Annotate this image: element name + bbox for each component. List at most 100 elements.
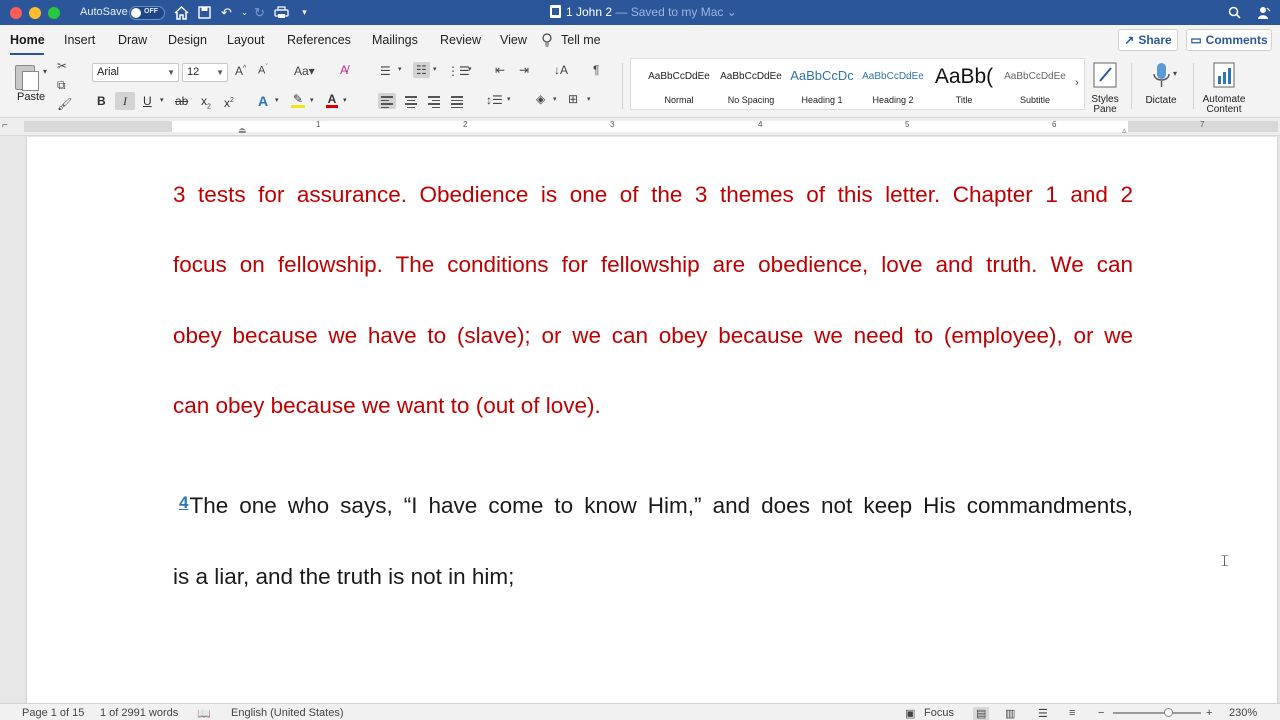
- verse-number-link[interactable]: 4: [179, 493, 188, 519]
- style-normal[interactable]: AaBbCcDdEe Normal: [646, 63, 712, 107]
- copy-icon[interactable]: ⧉: [57, 78, 66, 93]
- tab-review[interactable]: Review: [440, 33, 481, 47]
- increase-font-size-icon[interactable]: A^: [235, 64, 246, 78]
- page-count[interactable]: Page 1 of 15: [22, 707, 84, 719]
- print-icon[interactable]: [273, 4, 290, 21]
- print-layout-icon[interactable]: ▤: [973, 707, 990, 720]
- clear-formatting-icon[interactable]: A̸: [340, 63, 348, 77]
- chevron-right-icon[interactable]: ›: [1075, 77, 1079, 89]
- home-icon[interactable]: [173, 4, 190, 21]
- shading-dropdown-icon[interactable]: ▾: [553, 95, 557, 103]
- multilevel-list-icon[interactable]: ⋮☰: [447, 64, 470, 78]
- tab-stop-selector-icon[interactable]: ⌐: [2, 120, 8, 131]
- draft-view-icon[interactable]: ≡: [1069, 707, 1075, 719]
- save-icon[interactable]: [196, 4, 213, 21]
- strikethrough-button[interactable]: ab: [175, 92, 188, 110]
- focus-icon[interactable]: ▣: [905, 707, 915, 720]
- tab-draw[interactable]: Draw: [118, 33, 147, 47]
- font-name-dropdown[interactable]: Arial ▼: [92, 63, 179, 82]
- text-effects-icon[interactable]: A: [258, 92, 268, 110]
- zoom-level[interactable]: 230%: [1229, 707, 1257, 719]
- close-window-button[interactable]: [10, 7, 22, 19]
- indent-marker-icon[interactable]: ⏏: [238, 125, 247, 136]
- font-size-dropdown[interactable]: 12 ▼: [182, 63, 228, 82]
- word-count[interactable]: 1 of 2991 words: [100, 707, 178, 719]
- tab-design[interactable]: Design: [168, 33, 207, 47]
- font-color-dropdown-icon[interactable]: ▾: [343, 92, 347, 110]
- zoom-slider-thumb[interactable]: [1164, 708, 1173, 717]
- borders-icon[interactable]: ⊞: [568, 92, 578, 106]
- dictate-button[interactable]: Dictate: [1140, 61, 1182, 106]
- web-layout-icon[interactable]: ▥: [1005, 707, 1015, 720]
- zoom-out-icon[interactable]: −: [1098, 707, 1104, 719]
- align-center-button[interactable]: [402, 93, 420, 109]
- superscript-button[interactable]: x2: [224, 92, 234, 110]
- styles-pane-button[interactable]: Styles Pane: [1088, 61, 1122, 115]
- underline-button[interactable]: U: [143, 92, 152, 110]
- style-no-spacing[interactable]: AaBbCcDdEe No Spacing: [718, 63, 784, 107]
- italic-button[interactable]: I: [115, 92, 135, 110]
- numbering-icon[interactable]: ☷: [413, 62, 430, 78]
- maximize-window-button[interactable]: [48, 7, 60, 19]
- style-heading-1[interactable]: AaBbCcDc Heading 1: [789, 63, 855, 107]
- automate-content-button[interactable]: Automate Content: [1200, 61, 1248, 115]
- autosave-toggle[interactable]: OFF: [129, 6, 165, 20]
- bold-button[interactable]: B: [97, 92, 106, 110]
- highlight-icon[interactable]: ✎: [291, 92, 305, 108]
- underline-dropdown-icon[interactable]: ▾: [160, 92, 164, 110]
- tab-view[interactable]: View: [500, 33, 527, 47]
- justify-button[interactable]: [448, 93, 466, 109]
- numbering-dropdown-icon[interactable]: ▾: [433, 65, 437, 73]
- language-indicator[interactable]: English (United States): [231, 707, 344, 719]
- minimize-window-button[interactable]: [29, 7, 41, 19]
- text-effects-dropdown-icon[interactable]: ▾: [275, 92, 279, 110]
- comments-button[interactable]: ▭ Comments: [1186, 29, 1272, 51]
- document-page[interactable]: 3 tests for assurance. Obedience is one …: [26, 137, 1278, 703]
- share-button[interactable]: ↗ Share: [1118, 29, 1178, 51]
- tab-mailings[interactable]: Mailings: [372, 33, 418, 47]
- line-spacing-dropdown-icon[interactable]: ▾: [507, 95, 511, 103]
- multilevel-dropdown-icon[interactable]: ▾: [468, 65, 472, 73]
- tab-home[interactable]: Home: [10, 33, 45, 47]
- outline-view-icon[interactable]: ☰: [1038, 707, 1048, 720]
- subscript-button[interactable]: x2: [201, 92, 211, 110]
- focus-mode-button[interactable]: Focus: [924, 707, 954, 719]
- zoom-slider-track[interactable]: [1113, 712, 1201, 714]
- tab-insert[interactable]: Insert: [64, 33, 95, 47]
- format-painter-icon[interactable]: 🖌: [57, 97, 72, 111]
- decrease-indent-icon[interactable]: ⇤: [495, 63, 505, 77]
- style-title[interactable]: AaBb( Title: [931, 63, 997, 107]
- paste-icon[interactable]: [15, 61, 41, 91]
- font-color-icon[interactable]: A: [326, 92, 338, 108]
- tab-references[interactable]: References: [287, 33, 351, 47]
- shading-icon[interactable]: ◈: [536, 92, 545, 106]
- show-formatting-marks-icon[interactable]: ¶: [593, 63, 599, 77]
- sort-icon[interactable]: ↓A: [554, 63, 568, 77]
- paste-dropdown-icon[interactable]: ▾: [43, 67, 47, 76]
- search-icon[interactable]: [1226, 4, 1243, 21]
- highlight-dropdown-icon[interactable]: ▾: [310, 92, 314, 110]
- customize-toolbar-icon[interactable]: ▾: [296, 4, 313, 21]
- align-left-button[interactable]: [378, 93, 396, 109]
- tab-layout[interactable]: Layout: [227, 33, 265, 47]
- bullets-dropdown-icon[interactable]: ▾: [398, 65, 402, 73]
- status-bar: Page 1 of 15 1 of 2991 words 📖 English (…: [0, 703, 1280, 720]
- decrease-font-size-icon[interactable]: Aˇ: [258, 64, 268, 77]
- account-icon[interactable]: [1255, 4, 1272, 21]
- right-indent-marker-icon[interactable]: ▵: [1122, 125, 1127, 136]
- bullets-icon[interactable]: ☰: [380, 64, 391, 78]
- tell-me-search[interactable]: Tell me: [561, 33, 601, 47]
- style-heading-2[interactable]: AaBbCcDdEe Heading 2: [860, 63, 926, 107]
- line-spacing-icon[interactable]: ↕☰: [486, 93, 503, 107]
- align-right-button[interactable]: [425, 93, 443, 109]
- increase-indent-icon[interactable]: ⇥: [519, 63, 529, 77]
- change-case-icon[interactable]: Aa▾: [294, 64, 315, 78]
- horizontal-ruler[interactable]: ⌐ 1 2 3 4 5 6 7 ⏏ ▵: [0, 118, 1280, 136]
- style-subtitle[interactable]: AaBbCcDdEe Subtitle: [1002, 63, 1068, 107]
- proofing-icon[interactable]: 📖: [197, 707, 211, 720]
- borders-dropdown-icon[interactable]: ▾: [587, 95, 591, 103]
- zoom-in-icon[interactable]: +: [1206, 707, 1212, 719]
- dictate-dropdown-icon[interactable]: ▾: [1173, 69, 1177, 78]
- undo-icon[interactable]: ↶: [218, 4, 235, 21]
- cut-icon[interactable]: ✂: [57, 59, 67, 73]
